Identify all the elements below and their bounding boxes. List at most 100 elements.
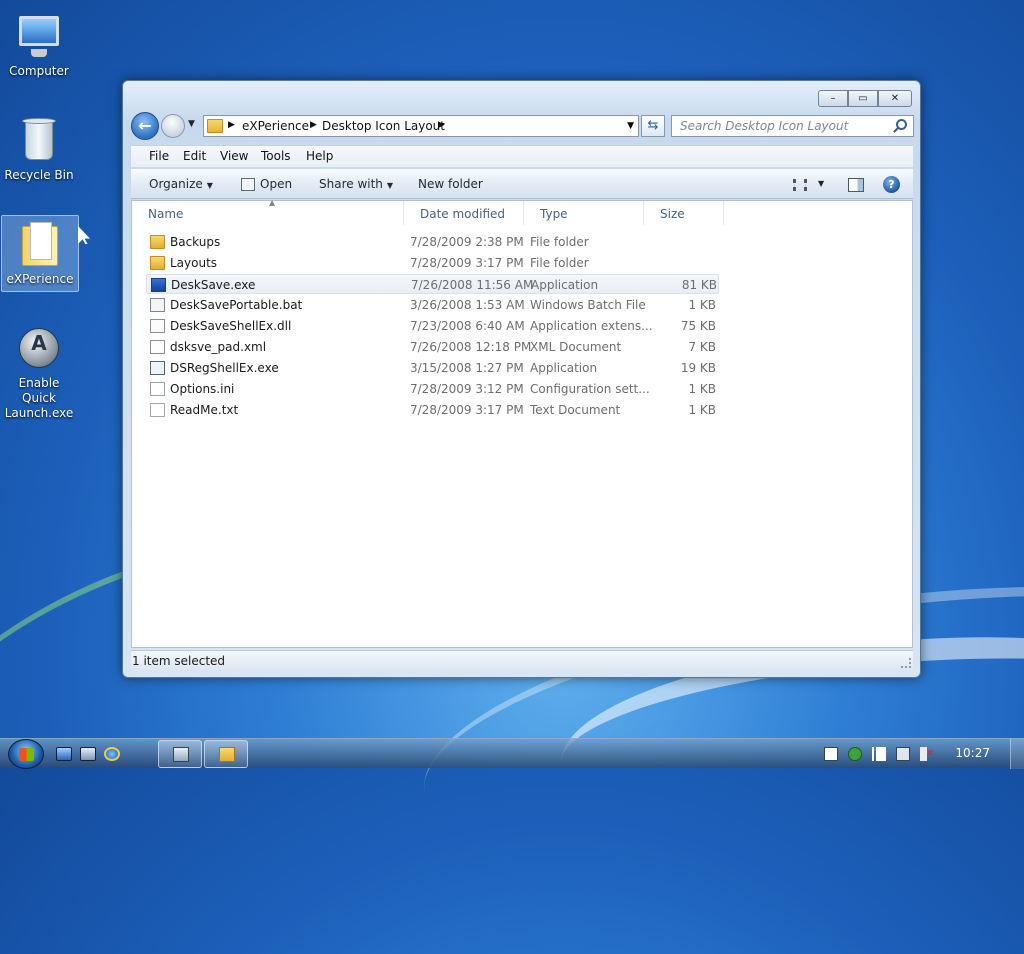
- file-type: Application: [531, 278, 599, 292]
- column-header-type[interactable]: Type: [524, 201, 644, 225]
- address-bar[interactable]: ▶ eXPerience ▶ Desktop Icon Layout ▶ ▼: [203, 115, 639, 137]
- file-date: 7/28/2009 3:17 PM: [410, 403, 524, 417]
- document-tray-icon[interactable]: [824, 747, 838, 761]
- application-icon: [173, 747, 189, 762]
- application-icon: [150, 361, 165, 375]
- desktop-icon-recycle-bin[interactable]: Recycle Bin: [0, 112, 78, 187]
- show-desktop-button[interactable]: [1010, 739, 1024, 769]
- xml-file-icon: [150, 340, 165, 354]
- launch-icon: A: [15, 324, 63, 372]
- command-bar: Organize ▼ Open Share with ▼ New folder ▼ …: [131, 169, 913, 199]
- taskbar-button-explorer[interactable]: [204, 740, 248, 768]
- security-shield-icon[interactable]: [848, 747, 862, 761]
- menu-help[interactable]: Help: [306, 149, 333, 163]
- config-file-icon: [150, 382, 165, 396]
- share-with-button[interactable]: Share with ▼: [319, 177, 393, 191]
- address-dropdown-icon[interactable]: ▼: [627, 121, 634, 131]
- switch-windows-icon[interactable]: [80, 747, 96, 761]
- application-icon: [151, 278, 166, 292]
- start-button[interactable]: [8, 739, 44, 769]
- file-row[interactable]: DeskSavePortable.bat 3/26/2008 1:53 AM W…: [146, 295, 719, 315]
- file-type: Application: [530, 361, 598, 375]
- file-row[interactable]: Layouts 7/28/2009 3:17 PM File folder: [146, 253, 719, 273]
- recent-pages-dropdown-icon[interactable]: ▼: [188, 119, 195, 129]
- breadcrumb-arrow-icon[interactable]: ▶: [310, 120, 317, 130]
- preview-pane-icon[interactable]: [848, 178, 864, 192]
- breadcrumb-desktop-icon-layout[interactable]: Desktop Icon Layout: [322, 119, 445, 133]
- action-center-flag-icon[interactable]: [872, 747, 886, 761]
- resize-grip-icon[interactable]: [901, 658, 911, 668]
- search-box[interactable]: [671, 115, 914, 137]
- search-icon[interactable]: [896, 119, 907, 130]
- dll-file-icon: [150, 319, 165, 333]
- folder-icon: [219, 747, 235, 762]
- chevron-down-icon: ▼: [206, 181, 213, 190]
- menu-tools[interactable]: Tools: [261, 149, 291, 163]
- minimize-button[interactable]: –: [818, 90, 848, 107]
- refresh-button[interactable]: ⇆: [641, 115, 665, 137]
- file-row[interactable]: Options.ini 7/28/2009 3:12 PM Configurat…: [146, 379, 719, 399]
- file-row[interactable]: ReadMe.txt 7/28/2009 3:17 PM Text Docume…: [146, 400, 719, 420]
- menu-view[interactable]: View: [220, 149, 248, 163]
- caption-buttons: – ▭ ✕: [818, 90, 912, 107]
- file-date: 3/15/2008 1:27 PM: [410, 361, 524, 375]
- desktop-icon-label: Enable Quick Launch.exe: [4, 376, 74, 420]
- open-icon: [241, 178, 255, 191]
- maximize-button[interactable]: ▭: [848, 90, 878, 107]
- volume-muted-icon[interactable]: ✕: [920, 747, 934, 761]
- desktop-icon-experience[interactable]: eXPerience: [1, 215, 79, 292]
- menu-file[interactable]: File: [149, 149, 169, 163]
- folder-icon: [16, 220, 64, 268]
- file-date: 7/26/2008 12:18 PM: [410, 340, 532, 354]
- show-desktop-icon[interactable]: [56, 747, 72, 761]
- close-button[interactable]: ✕: [878, 90, 912, 107]
- column-header-name[interactable]: ▲ Name: [132, 198, 404, 225]
- open-button[interactable]: Open: [260, 177, 292, 191]
- desktop-icon-enable-quick-launch[interactable]: A Enable Quick Launch.exe: [0, 320, 78, 425]
- desktop-icon-computer[interactable]: Computer: [0, 8, 78, 83]
- file-size: 19 KB: [680, 361, 716, 375]
- column-header-size[interactable]: Size: [644, 201, 724, 225]
- file-row[interactable]: dsksve_pad.xml 7/26/2008 12:18 PM XML Do…: [146, 337, 719, 357]
- forward-button[interactable]: [161, 114, 185, 138]
- internet-explorer-icon[interactable]: [104, 747, 120, 761]
- file-row[interactable]: Backups 7/28/2009 2:38 PM File folder: [146, 232, 719, 252]
- breadcrumb-arrow-icon[interactable]: ▶: [438, 120, 445, 130]
- file-name: Backups: [170, 235, 221, 249]
- view-options-icon[interactable]: [793, 179, 807, 191]
- taskbar-button-app[interactable]: [158, 740, 202, 768]
- clock[interactable]: 10:27: [955, 746, 990, 760]
- file-name: DeskSavePortable.bat: [170, 298, 303, 312]
- explorer-window: – ▭ ✕ ← ▼ ▶ eXPerience ▶ Desktop Icon La…: [122, 80, 921, 678]
- breadcrumb-arrow-icon[interactable]: ▶: [228, 120, 235, 130]
- sort-ascending-icon: ▲: [269, 198, 276, 207]
- file-name: Options.ini: [170, 382, 235, 396]
- new-folder-button[interactable]: New folder: [418, 177, 483, 191]
- share-with-label: Share with: [319, 177, 383, 191]
- network-icon[interactable]: [896, 747, 910, 761]
- file-row[interactable]: DeskSaveShellEx.dll 7/23/2008 6:40 AM Ap…: [146, 316, 719, 336]
- file-date: 7/28/2009 2:38 PM: [410, 235, 524, 249]
- column-header-label: Name: [148, 207, 184, 221]
- windows-logo-icon: [19, 748, 34, 761]
- file-row-selected[interactable]: DeskSave.exe 7/26/2008 11:56 AM Applicat…: [146, 274, 719, 294]
- menu-bar: File Edit View Tools Help: [131, 145, 913, 167]
- file-row[interactable]: DSRegShellEx.exe 3/15/2008 1:27 PM Appli…: [146, 358, 719, 378]
- file-date: 7/28/2009 3:17 PM: [410, 256, 524, 270]
- menu-edit[interactable]: Edit: [183, 149, 206, 163]
- chevron-down-icon[interactable]: ▼: [818, 179, 824, 188]
- file-type: XML Document: [530, 340, 622, 354]
- batch-file-icon: [150, 298, 165, 312]
- file-date: 7/26/2008 11:56 AM: [411, 278, 534, 292]
- breadcrumb-experience[interactable]: eXPerience: [242, 119, 309, 133]
- search-input[interactable]: [678, 117, 888, 135]
- file-type: Application extens...: [530, 319, 653, 333]
- back-button[interactable]: ←: [131, 112, 159, 140]
- help-icon[interactable]: ?: [883, 176, 900, 193]
- file-type: Windows Batch File: [530, 298, 646, 312]
- desktop-icon-label: Computer: [9, 64, 69, 78]
- column-header-date[interactable]: Date modified: [404, 201, 524, 225]
- file-name: Layouts: [170, 256, 218, 270]
- organize-button[interactable]: Organize ▼: [149, 177, 213, 191]
- file-name: ReadMe.txt: [170, 403, 239, 417]
